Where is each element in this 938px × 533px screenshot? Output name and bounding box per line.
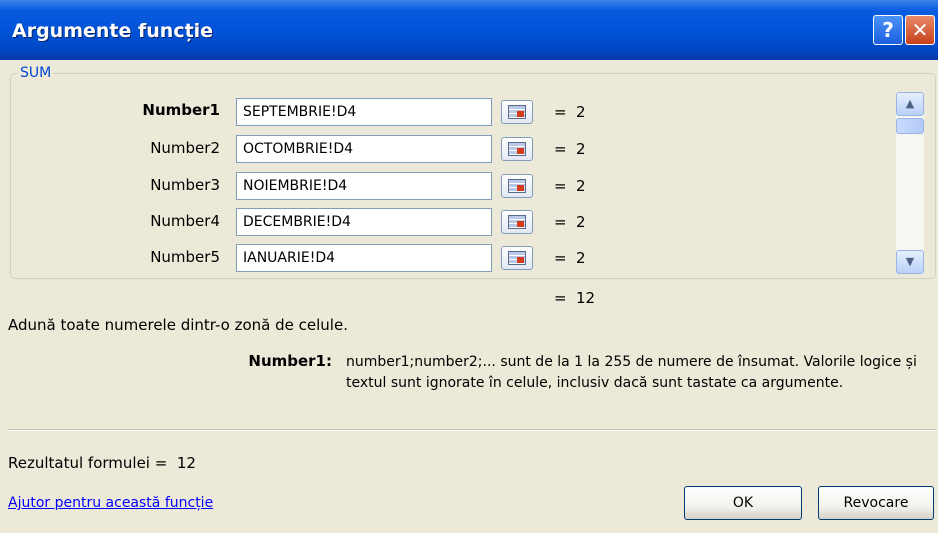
collapse-dialog-button-number2[interactable] — [501, 137, 533, 161]
argument-label-number1: Number1 — [142, 101, 220, 119]
collapse-dialog-icon — [508, 215, 526, 229]
argument-label-number3: Number3 — [150, 176, 220, 194]
title-bar: Argumente funcție ? ✕ — [0, 0, 938, 60]
help-button[interactable]: ? — [873, 15, 903, 45]
total-value: 12 — [576, 289, 596, 307]
collapse-dialog-icon — [508, 251, 526, 265]
argument-result-number1: 2 — [576, 103, 586, 121]
ok-button[interactable]: OK — [684, 486, 802, 520]
cancel-button[interactable]: Revocare — [818, 486, 934, 520]
scrollbar-thumb[interactable] — [896, 118, 924, 134]
argument-help-text: number1;number2;... sunt de la 1 la 255 … — [346, 354, 917, 391]
argument-result-number3: 2 — [576, 177, 586, 195]
argument-help-label: Number1: — [248, 352, 332, 370]
question-mark-icon: ? — [882, 18, 894, 42]
total-equals-sign: = — [554, 289, 567, 307]
equals-sign: = — [554, 177, 567, 195]
argument-result-number2: 2 — [576, 140, 586, 158]
formula-result-value: 12 — [176, 454, 196, 472]
close-icon: ✕ — [911, 18, 929, 42]
argument-input-number5[interactable]: IANUARIE!D4 — [236, 244, 492, 272]
collapse-dialog-icon — [508, 142, 526, 156]
argument-input-number1[interactable]: SEPTEMBRIE!D4 — [236, 98, 492, 126]
arguments-scrollbar[interactable]: ▲ ▼ — [896, 92, 924, 274]
formula-result: Rezultatul formulei = 12 — [8, 454, 196, 472]
collapse-dialog-icon — [508, 179, 526, 193]
formula-result-label: Rezultatul formulei = — [8, 454, 168, 472]
collapse-dialog-button-number5[interactable] — [501, 246, 533, 270]
argument-input-number4[interactable]: DECEMBRIE!D4 — [236, 208, 492, 236]
scroll-up-arrow-icon[interactable]: ▲ — [896, 92, 924, 116]
collapse-dialog-button-number4[interactable] — [501, 210, 533, 234]
equals-sign: = — [554, 213, 567, 231]
argument-label-number2: Number2 — [150, 139, 220, 157]
help-link[interactable]: Ajutor pentru această funcție — [8, 495, 213, 511]
argument-result-number4: 2 — [576, 213, 586, 231]
equals-sign: = — [554, 140, 567, 158]
argument-input-number2[interactable]: OCTOMBRIE!D4 — [236, 135, 492, 163]
argument-result-number5: 2 — [576, 249, 586, 267]
window-title: Argumente funcție — [12, 20, 214, 42]
function-name: SUM — [18, 65, 54, 81]
scroll-down-arrow-icon[interactable]: ▼ — [896, 250, 924, 274]
collapse-dialog-button-number1[interactable] — [501, 100, 533, 124]
argument-label-number4: Number4 — [150, 212, 220, 230]
divider — [8, 429, 936, 431]
equals-sign: = — [554, 249, 567, 267]
collapse-dialog-icon — [508, 105, 526, 119]
collapse-dialog-button-number3[interactable] — [501, 174, 533, 198]
function-description: Adună toate numerele dintr-o zonă de cel… — [8, 316, 348, 334]
close-button[interactable]: ✕ — [905, 15, 935, 45]
argument-label-number5: Number5 — [150, 248, 220, 266]
argument-input-number3[interactable]: NOIEMBRIE!D4 — [236, 172, 492, 200]
equals-sign: = — [554, 103, 567, 121]
